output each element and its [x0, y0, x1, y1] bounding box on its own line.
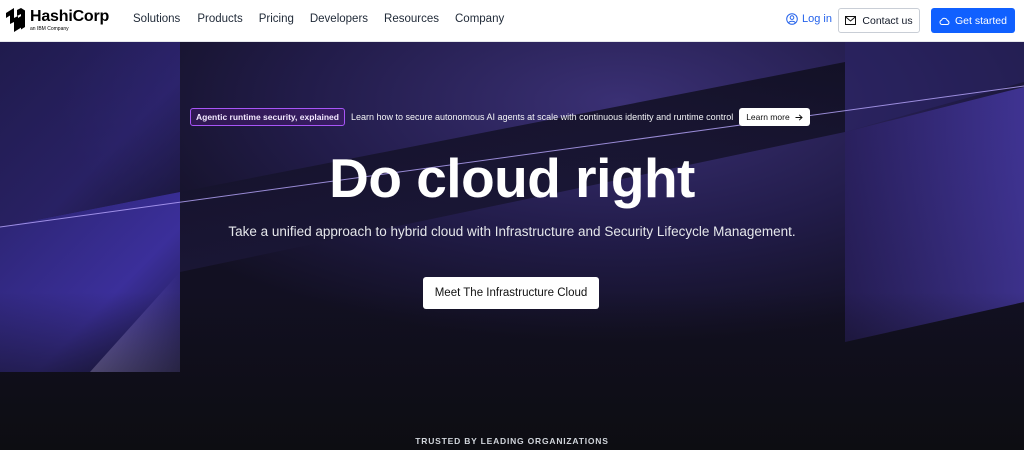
mail-icon [845, 16, 857, 25]
menu-item-products[interactable]: Products [197, 13, 242, 25]
hashicorp-logo[interactable]: HashiCorp an IBM Company [6, 8, 109, 32]
contact-us-label: Contact us [862, 14, 913, 27]
get-started-label: Get started [955, 14, 1007, 27]
meet-infrastructure-cloud-button[interactable]: Meet The Infrastructure Cloud [423, 277, 599, 309]
menu-item-developers[interactable]: Developers [310, 13, 368, 25]
learn-more-label: Learn more [746, 112, 790, 122]
announcement-tag[interactable]: Agentic runtime security, explained [190, 108, 345, 126]
menu-item-resources[interactable]: Resources [384, 13, 439, 25]
brand-subtitle: an IBM Company [30, 26, 69, 32]
arrow-right-icon [795, 113, 803, 121]
login-link[interactable]: Log in [786, 13, 832, 25]
get-started-button[interactable]: Get started [931, 8, 1015, 33]
announcement-text: Learn how to secure autonomous AI agents… [350, 112, 734, 122]
hashicorp-logo-icon [6, 8, 25, 32]
user-icon [786, 13, 798, 25]
announcement-bar: Agentic runtime security, explained Lear… [190, 108, 810, 126]
top-nav: HashiCorp an IBM Company Solutions Produ… [0, 0, 1024, 42]
menu-item-pricing[interactable]: Pricing [259, 13, 294, 25]
main-menu: Solutions Products Pricing Developers Re… [133, 13, 520, 25]
menu-item-solutions[interactable]: Solutions [133, 13, 180, 25]
login-label: Log in [802, 13, 832, 25]
hero-background-graphic [0, 42, 1024, 450]
hero-section: Agentic runtime security, explained Lear… [0, 42, 1024, 450]
hero-subtitle: Take a unified approach to hybrid cloud … [228, 224, 796, 239]
learn-more-button[interactable]: Learn more [739, 108, 810, 126]
cloud-icon [939, 17, 950, 25]
menu-item-company[interactable]: Company [455, 13, 504, 25]
hero-title: Do cloud right [329, 147, 695, 209]
brand-name: HashiCorp [30, 8, 110, 25]
contact-us-button[interactable]: Contact us [838, 8, 920, 33]
trusted-by-label: TRUSTED BY LEADING ORGANIZATIONS [415, 436, 609, 446]
